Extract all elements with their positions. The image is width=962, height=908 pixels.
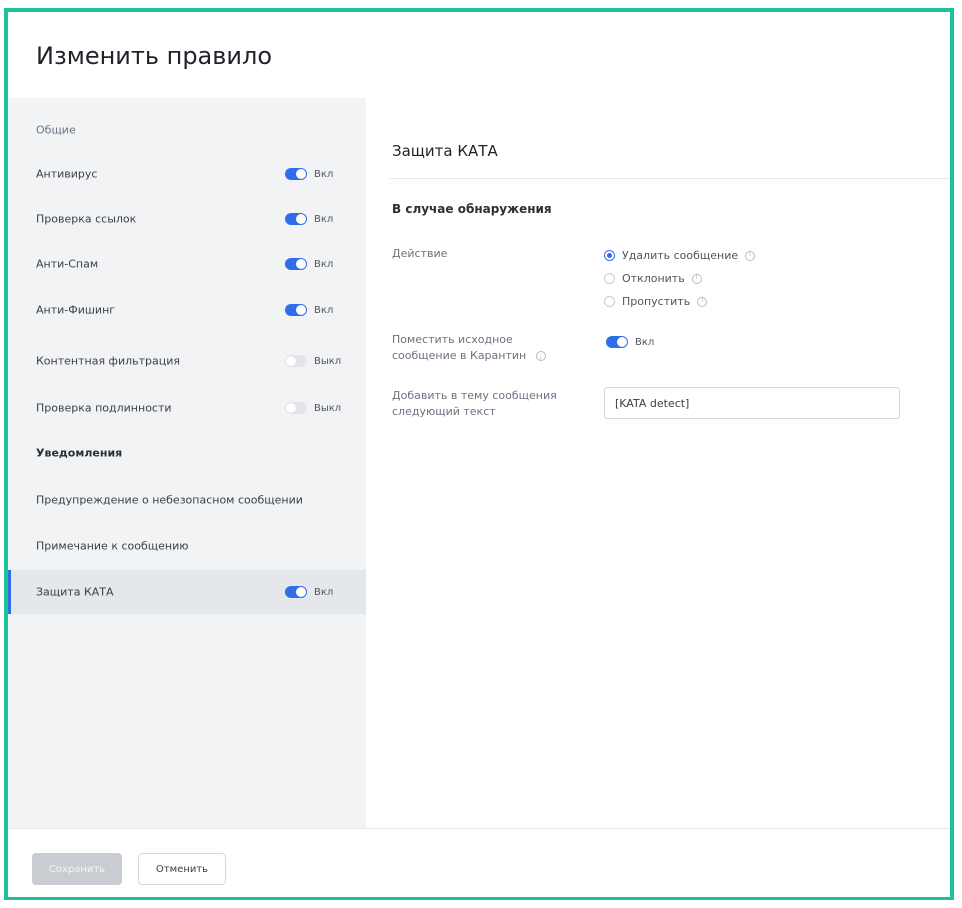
toggle-text: Вкл <box>314 213 334 225</box>
radio-option-delete[interactable]: Удалить сообщение <box>604 244 756 267</box>
section-subtitle: В случае обнаружения <box>392 202 552 216</box>
dialog-header: Изменить правило <box>8 12 950 99</box>
subject-text-input[interactable] <box>604 387 900 419</box>
subject-text-label: Добавить в тему сообщения следующий текс… <box>392 388 582 420</box>
sidebar-item-notifications[interactable]: Уведомления <box>8 431 366 475</box>
toggle-switch[interactable] <box>285 402 307 414</box>
save-button[interactable]: Сохранить <box>32 853 122 885</box>
sidebar-item-label: Проверка подлинности <box>36 401 172 415</box>
radio-label: Отклонить <box>622 272 685 285</box>
sidebar-item-label: Антивирус <box>36 167 98 181</box>
sidebar-item-label: Контентная фильтрация <box>36 354 181 368</box>
subject-text-label-line2: следующий текст <box>392 405 496 418</box>
anti-phishing-toggle[interactable]: Вкл <box>285 304 333 316</box>
toggle-switch[interactable] <box>285 586 307 598</box>
sidebar-item-general[interactable]: Общие <box>8 108 366 152</box>
sidebar-item-label: Анти-Фишинг <box>36 303 116 317</box>
antivirus-toggle[interactable]: Вкл <box>285 168 333 180</box>
dialog-footer: Сохранить Отменить <box>8 828 950 897</box>
sidebar-item-label: Общие <box>36 123 76 137</box>
sidebar-item-label: Примечание к сообщению <box>36 539 189 553</box>
sidebar-item-label: Анти-Спам <box>36 257 99 271</box>
dialog-title: Изменить правило <box>36 42 273 70</box>
sidebar-item-kata-protection[interactable]: Защита КАТА Вкл <box>8 570 366 614</box>
main-panel: Защита КАТА В случае обнаружения Действи… <box>366 98 950 828</box>
sidebar-item-link-check[interactable]: Проверка ссылок Вкл <box>8 197 366 241</box>
sidebar-item-label: Уведомления <box>36 446 123 460</box>
edit-rule-dialog: Изменить правило Общие Антивирус Вкл Про… <box>4 8 954 900</box>
toggle-text: Вкл <box>635 336 655 348</box>
quarantine-label-line2: сообщение в Карантин <box>392 348 582 366</box>
cancel-button[interactable]: Отменить <box>138 853 226 885</box>
quarantine-toggle[interactable]: Вкл <box>606 336 654 348</box>
sidebar-item-content-filtering[interactable]: Контентная фильтрация Выкл <box>8 339 366 383</box>
sidebar-item-authentication[interactable]: Проверка подлинности Выкл <box>8 386 366 430</box>
action-label: Действие <box>392 247 448 260</box>
toggle-switch[interactable] <box>285 213 307 225</box>
section-title: Защита КАТА <box>392 142 498 160</box>
sidebar-item-label: Защита КАТА <box>36 585 114 599</box>
info-icon[interactable] <box>745 250 756 261</box>
sidebar-item-anti-spam[interactable]: Анти-Спам Вкл <box>8 242 366 286</box>
sidebar-item-label: Проверка ссылок <box>36 212 137 226</box>
toggle-text: Выкл <box>314 402 342 414</box>
radio-label: Пропустить <box>622 295 691 308</box>
radio-button[interactable] <box>604 273 615 284</box>
toggle-switch[interactable] <box>285 355 307 367</box>
sidebar: Общие Антивирус Вкл Проверка ссылок Вкл … <box>8 98 366 828</box>
authentication-toggle[interactable]: Выкл <box>285 402 341 414</box>
toggle-text: Вкл <box>314 586 334 598</box>
toggle-text: Вкл <box>314 168 334 180</box>
info-icon[interactable] <box>535 350 546 366</box>
toggle-switch[interactable] <box>285 304 307 316</box>
divider <box>390 178 950 179</box>
toggle-text: Вкл <box>314 258 334 270</box>
info-icon[interactable] <box>691 273 702 284</box>
subject-text-label-line1: Добавить в тему сообщения <box>392 389 557 402</box>
radio-option-reject[interactable]: Отклонить <box>604 267 755 290</box>
toggle-text: Выкл <box>314 355 342 367</box>
content-filtering-toggle[interactable]: Выкл <box>285 355 341 367</box>
quarantine-label: Поместить исходное сообщение в Карантин <box>392 332 582 366</box>
radio-button[interactable] <box>604 296 615 307</box>
anti-spam-toggle[interactable]: Вкл <box>285 258 333 270</box>
toggle-switch[interactable] <box>606 336 628 348</box>
info-icon[interactable] <box>697 296 708 307</box>
radio-label: Удалить сообщение <box>622 249 739 262</box>
sidebar-item-anti-phishing[interactable]: Анти-Фишинг Вкл <box>8 288 366 332</box>
sidebar-item-unsafe-message-warning[interactable]: Предупреждение о небезопасном сообщении <box>8 478 366 522</box>
toggle-switch[interactable] <box>285 168 307 180</box>
sidebar-item-antivirus[interactable]: Антивирус Вкл <box>8 152 366 196</box>
kata-protection-toggle[interactable]: Вкл <box>285 586 333 598</box>
radio-option-skip[interactable]: Пропустить <box>604 290 755 313</box>
quarantine-label-line1: Поместить исходное <box>392 333 513 346</box>
toggle-switch[interactable] <box>285 258 307 270</box>
link-check-toggle[interactable]: Вкл <box>285 213 333 225</box>
sidebar-item-message-note[interactable]: Примечание к сообщению <box>8 524 366 568</box>
toggle-text: Вкл <box>314 304 334 316</box>
sidebar-item-label: Предупреждение о небезопасном сообщении <box>36 493 303 507</box>
radio-button[interactable] <box>604 250 615 261</box>
action-radio-group: Удалить сообщение Отклонить Пропустить <box>604 244 756 313</box>
